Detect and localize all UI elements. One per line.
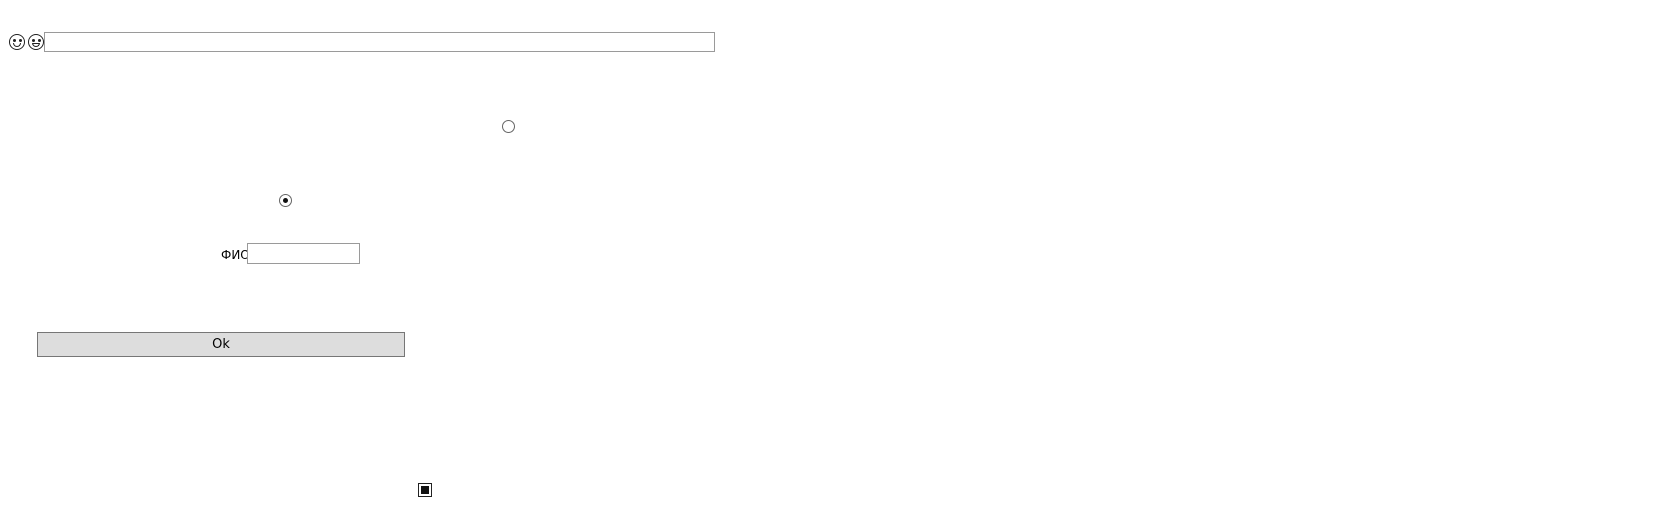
laughing-face-icon [9,34,25,50]
radio-option-1[interactable] [502,120,515,133]
top-text-input[interactable] [44,32,715,52]
radio-option-2[interactable] [279,194,292,207]
page: ФИО Ok [0,0,1672,508]
ok-button[interactable]: Ok [37,332,405,357]
fio-label: ФИО [221,248,250,262]
grinning-face-icon [28,34,44,50]
fio-input[interactable] [247,243,360,264]
checkbox[interactable] [418,483,432,497]
